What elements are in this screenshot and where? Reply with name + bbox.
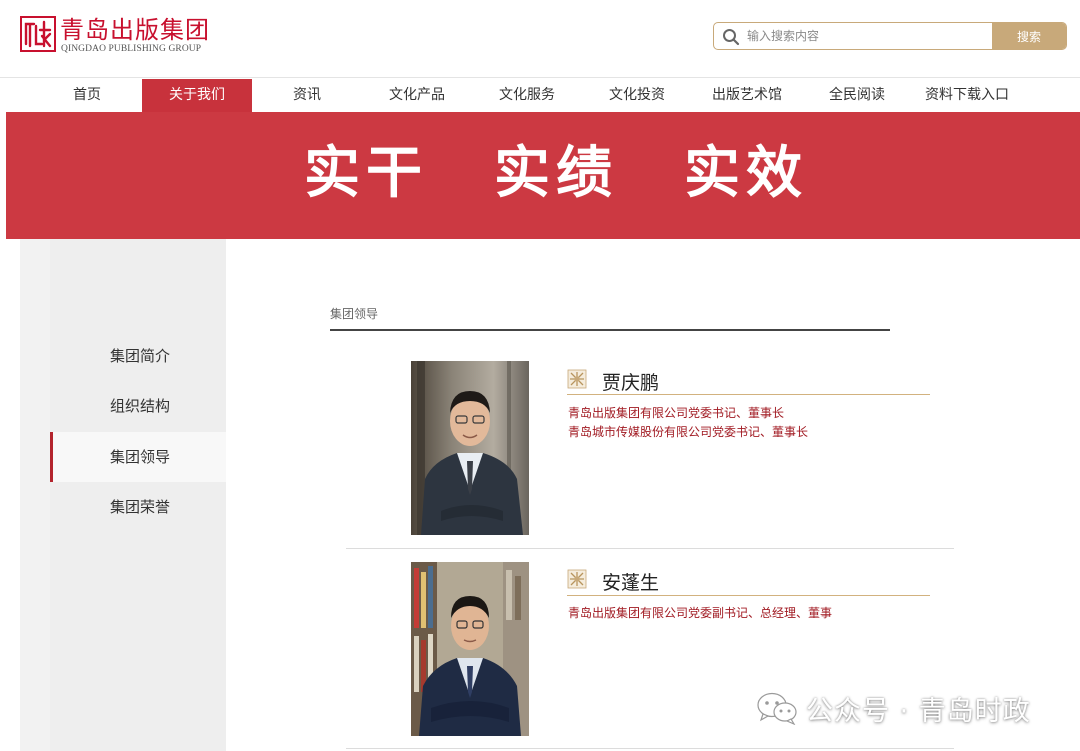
sidebar-item-honors[interactable]: 集团荣誉 xyxy=(50,482,226,532)
sidebar: 集团简介 组织结构 集团领导 集团荣誉 xyxy=(50,239,226,751)
logo-english-name: QINGDAO PUBLISHING GROUP xyxy=(61,44,202,54)
watermark-text: 公众号 · 青岛时政 xyxy=(806,695,1031,727)
sidebar-strip xyxy=(20,239,50,751)
section-divider xyxy=(330,329,890,331)
banner-word-3: 实效 xyxy=(684,140,808,206)
search-icon xyxy=(723,29,740,46)
nav-item-cultural-products[interactable]: 文化产品 xyxy=(362,79,472,112)
name-underline xyxy=(567,394,930,395)
sidebar-item-leadership[interactable]: 集团领导 xyxy=(50,432,226,482)
search-box: 搜索 xyxy=(713,22,1067,50)
main-nav: 首页 关于我们 资讯 文化产品 文化服务 文化投资 出版艺术馆 全民阅读 资料下… xyxy=(32,79,1072,112)
nav-item-home[interactable]: 首页 xyxy=(32,79,142,112)
nav-item-art-museum[interactable]: 出版艺术馆 xyxy=(692,79,802,112)
hero-banner: 实干 实绩 实效 xyxy=(6,112,1080,239)
sidebar-item-structure[interactable]: 组织结构 xyxy=(50,381,226,431)
nav-item-national-reading[interactable]: 全民阅读 xyxy=(802,79,912,112)
leader-name: 安蓬生 xyxy=(602,572,660,594)
ornament-icon xyxy=(567,569,587,589)
ornament-icon xyxy=(567,369,587,389)
sidebar-item-introduction[interactable]: 集团简介 xyxy=(50,331,226,381)
nav-item-cultural-services[interactable]: 文化服务 xyxy=(472,79,582,112)
banner-word-2: 实绩 xyxy=(494,140,618,206)
section-title: 集团领导 xyxy=(330,307,379,321)
nav-item-about[interactable]: 关于我们 xyxy=(142,79,252,112)
row-divider xyxy=(346,748,954,749)
search-button[interactable]: 搜索 xyxy=(992,23,1066,49)
leader-title: 青岛城市传媒股份有限公司党委书记、董事长 xyxy=(568,425,809,439)
leader-name: 贾庆鹏 xyxy=(602,372,660,394)
logo-mark-icon xyxy=(20,16,56,52)
leader-photo xyxy=(411,562,529,736)
site-logo[interactable]: 青岛出版集团 QINGDAO PUBLISHING GROUP xyxy=(20,14,210,58)
search-input[interactable] xyxy=(747,23,987,49)
name-underline xyxy=(567,595,930,596)
leader-title: 青岛出版集团有限公司党委书记、董事长 xyxy=(568,406,785,420)
nav-item-cultural-investment[interactable]: 文化投资 xyxy=(582,79,692,112)
wechat-watermark: 公众号 · 青岛时政 xyxy=(756,688,1031,728)
leader-title: 青岛出版集团有限公司党委副书记、总经理、董事 xyxy=(568,606,833,620)
row-divider xyxy=(346,548,954,549)
banner-word-1: 实干 xyxy=(304,140,428,206)
site-header: 青岛出版集团 QINGDAO PUBLISHING GROUP 搜索 xyxy=(0,0,1080,78)
nav-item-news[interactable]: 资讯 xyxy=(252,79,362,112)
nav-item-downloads[interactable]: 资料下载入口 xyxy=(912,79,1022,112)
wechat-icon xyxy=(757,692,797,725)
logo-chinese-name: 青岛出版集团 xyxy=(60,16,210,44)
leader-photo xyxy=(411,361,529,535)
